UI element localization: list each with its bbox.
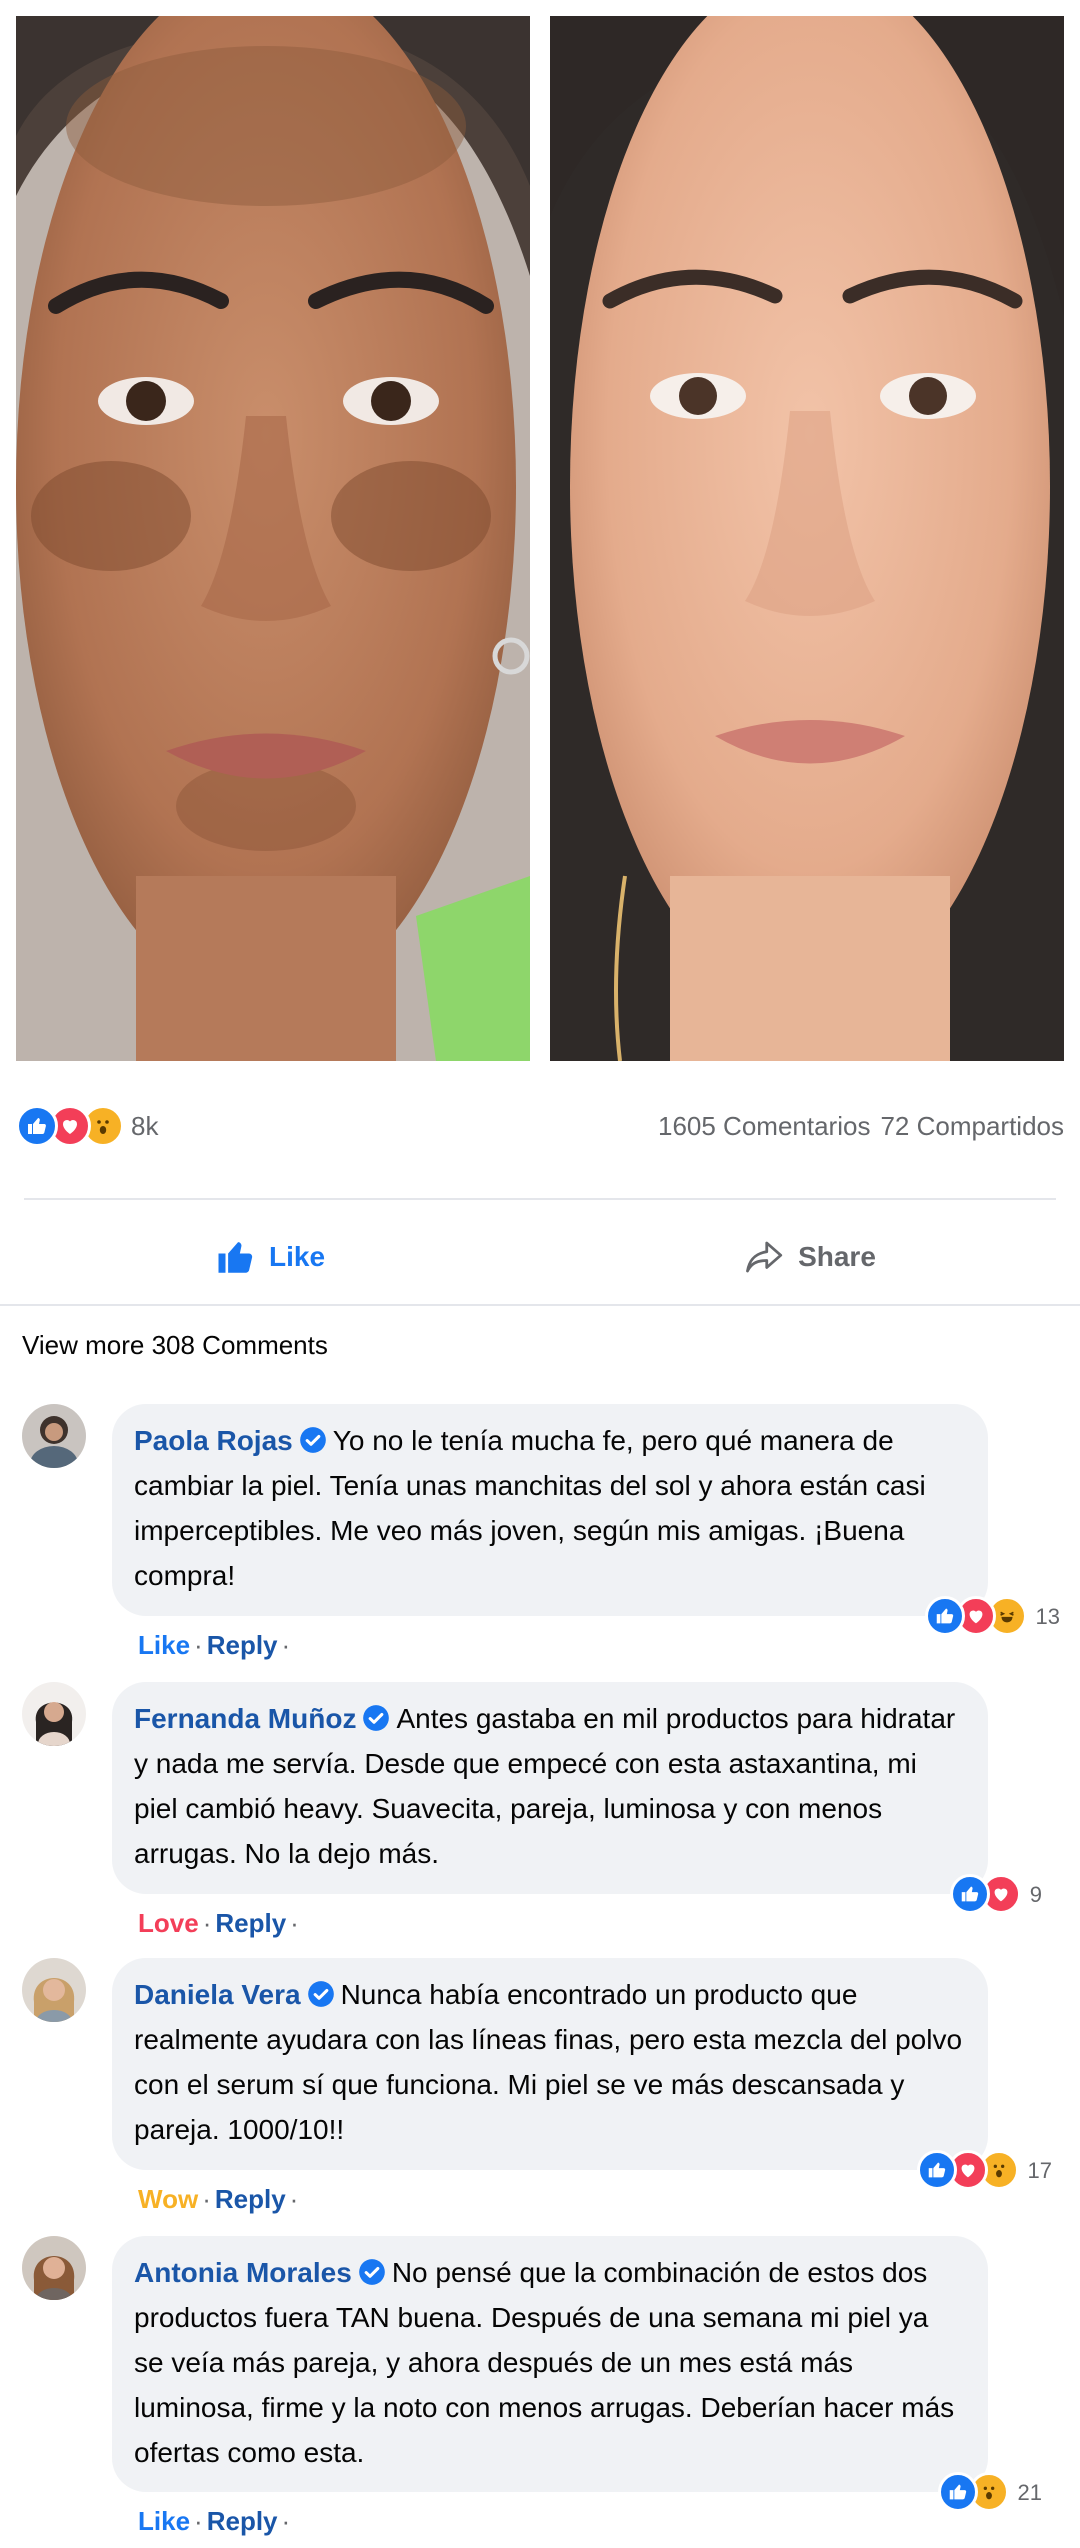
like-icon bbox=[949, 1874, 990, 1914]
avatar[interactable] bbox=[22, 2236, 86, 2300]
share-arrow-icon bbox=[746, 1241, 783, 1273]
reaction-summary-left[interactable]: 8k bbox=[16, 1105, 158, 1147]
like-button[interactable]: Like bbox=[0, 1218, 540, 1296]
comment-bubble: Antonia Morales No pensé que la combinaci… bbox=[112, 2236, 1044, 2515]
divider bbox=[24, 1198, 1056, 1200]
after-photo[interactable] bbox=[550, 16, 1064, 1061]
reaction-icon-stack bbox=[16, 1105, 124, 1147]
verified-badge-icon bbox=[307, 1981, 334, 2007]
comment-reply-link[interactable]: Reply bbox=[207, 1630, 278, 1660]
comment-author[interactable]: Fernanda Muñoz bbox=[134, 1703, 356, 1734]
thumbs-up-icon bbox=[218, 1242, 253, 1273]
comment-reaction-count: 21 bbox=[1015, 2469, 1044, 2515]
share-button[interactable]: Share bbox=[540, 1218, 1080, 1296]
before-face-image bbox=[16, 16, 530, 1061]
comment-author[interactable]: Paola Rojas bbox=[134, 1425, 293, 1456]
like-icon bbox=[937, 2472, 978, 2512]
comment-meta: Love · Reply · bbox=[138, 1908, 299, 1938]
comment-bubble: Fernanda Muñoz Antes gastaba en mil produ… bbox=[112, 1682, 1044, 1917]
avatar[interactable] bbox=[22, 1958, 86, 2022]
comment-reaction-count: 9 bbox=[1027, 1871, 1044, 1917]
comment-bubble: Paola Rojas Yo no le tenía mucha fe, pero… bbox=[112, 1404, 1062, 1639]
verified-badge-icon bbox=[299, 1427, 326, 1453]
divider bbox=[0, 1304, 1080, 1306]
comment-love-link[interactable]: Love bbox=[138, 1908, 199, 1938]
comment-reactions[interactable]: 13 bbox=[924, 1593, 1062, 1639]
like-button-label: Like bbox=[268, 1241, 326, 1272]
comment-reaction-count: 13 bbox=[1033, 1593, 1062, 1639]
comment-like-link[interactable]: Like bbox=[138, 2506, 190, 2536]
post-stats: 1605 Comentarios 72 Compartidos bbox=[658, 1111, 1064, 1142]
avatar[interactable] bbox=[22, 1682, 86, 1746]
comment-bubble: Daniela Vera Nunca había encontrado un pr… bbox=[112, 1958, 1054, 2193]
comment-reply-link[interactable]: Reply bbox=[215, 1908, 286, 1938]
verified-badge-icon bbox=[358, 2259, 385, 2285]
like-icon bbox=[916, 2150, 957, 2190]
comment-author[interactable]: Antonia Morales bbox=[134, 2257, 352, 2288]
comment-reply-link[interactable]: Reply bbox=[207, 2506, 278, 2536]
post-action-bar: Like Share bbox=[0, 1218, 1080, 1296]
before-photo[interactable] bbox=[16, 16, 530, 1061]
comment-reaction-count: 17 bbox=[1025, 2147, 1054, 2193]
reaction-count[interactable]: 8k bbox=[131, 1111, 158, 1142]
comment-reactions[interactable]: 17 bbox=[916, 2147, 1054, 2193]
comment-reactions[interactable]: 9 bbox=[949, 1871, 1044, 1917]
comment-reply-link[interactable]: Reply bbox=[215, 2184, 286, 2214]
comments-count-link[interactable]: 1605 Comentarios bbox=[658, 1111, 870, 1142]
post-reaction-summary: 8k 1605 Comentarios 72 Compartidos bbox=[16, 1098, 1064, 1154]
comment-like-link[interactable]: Like bbox=[138, 1630, 190, 1660]
comment-author[interactable]: Daniela Vera bbox=[134, 1979, 301, 2010]
comment-meta: Like · Reply · bbox=[138, 2506, 291, 2536]
like-icon bbox=[16, 1105, 58, 1147]
comment-wow-link[interactable]: Wow bbox=[138, 2184, 198, 2214]
view-more-comments-link[interactable]: View more 308 Comments bbox=[22, 1330, 328, 1361]
after-face-image bbox=[550, 16, 1064, 1061]
comment-meta: Wow · Reply · bbox=[138, 2184, 299, 2214]
shares-count-link[interactable]: 72 Compartidos bbox=[880, 1111, 1064, 1142]
comment-meta: Like · Reply · bbox=[138, 1630, 291, 1660]
verified-badge-icon bbox=[363, 1705, 390, 1731]
comment-reactions[interactable]: 21 bbox=[937, 2469, 1044, 2515]
comment-text: No pensé que la combinación de estos dos… bbox=[134, 2257, 955, 2468]
share-button-label: Share bbox=[798, 1241, 876, 1272]
avatar[interactable] bbox=[22, 1404, 86, 1468]
like-icon bbox=[924, 1596, 965, 1636]
